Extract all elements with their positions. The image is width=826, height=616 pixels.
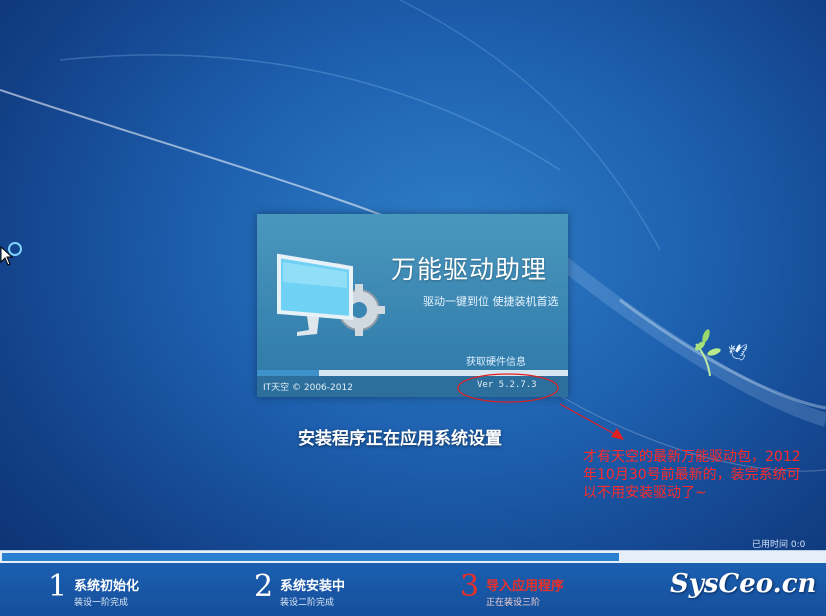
product-tagline: 驱动一键到位 使捷装机首选 xyxy=(423,295,559,308)
step-title: 导入应用程序 xyxy=(486,579,565,594)
monitor-gear-icon xyxy=(277,253,385,336)
busy-spinner-icon xyxy=(8,242,22,256)
splash-status-text: 获取硬件信息 xyxy=(466,357,526,368)
overall-progress-fill xyxy=(2,553,619,561)
setup-status-headline: 安装程序正在应用系统设置 xyxy=(298,429,502,449)
copyright-text: IT天空 © 2006-2012 xyxy=(263,383,353,393)
step-subtitle: 正在装设三阶 xyxy=(486,598,541,608)
site-watermark: SysCeo.cn xyxy=(670,569,817,599)
step-number: 3 xyxy=(460,569,480,604)
plant-leaves-icon xyxy=(695,329,721,376)
step-number: 2 xyxy=(254,569,274,604)
elapsed-time-label: 已用时间 0:0 xyxy=(752,540,806,550)
step-title: 系统初始化 xyxy=(74,579,140,594)
step-subtitle: 装设二阶完成 xyxy=(280,598,335,608)
version-text: Ver 5.2.7.3 xyxy=(477,380,537,390)
step-title: 系统安装中 xyxy=(280,579,346,594)
annotation-note: 才有天空的最新万能驱动包，2012年10月30号前最新的，装完系统可以不用安装驱… xyxy=(583,449,801,501)
driver-assistant-splash: 万能驱动助理 驱动一键到位 使捷装机首选 获取硬件信息 IT天空 © 2006-… xyxy=(257,214,568,397)
bird-icon: 🕊 xyxy=(728,343,749,362)
step-subtitle: 装设一阶完成 xyxy=(74,598,129,608)
overall-progress-bar xyxy=(0,550,826,563)
product-name: 万能驱动助理 xyxy=(391,255,548,284)
step-number: 1 xyxy=(48,569,68,604)
